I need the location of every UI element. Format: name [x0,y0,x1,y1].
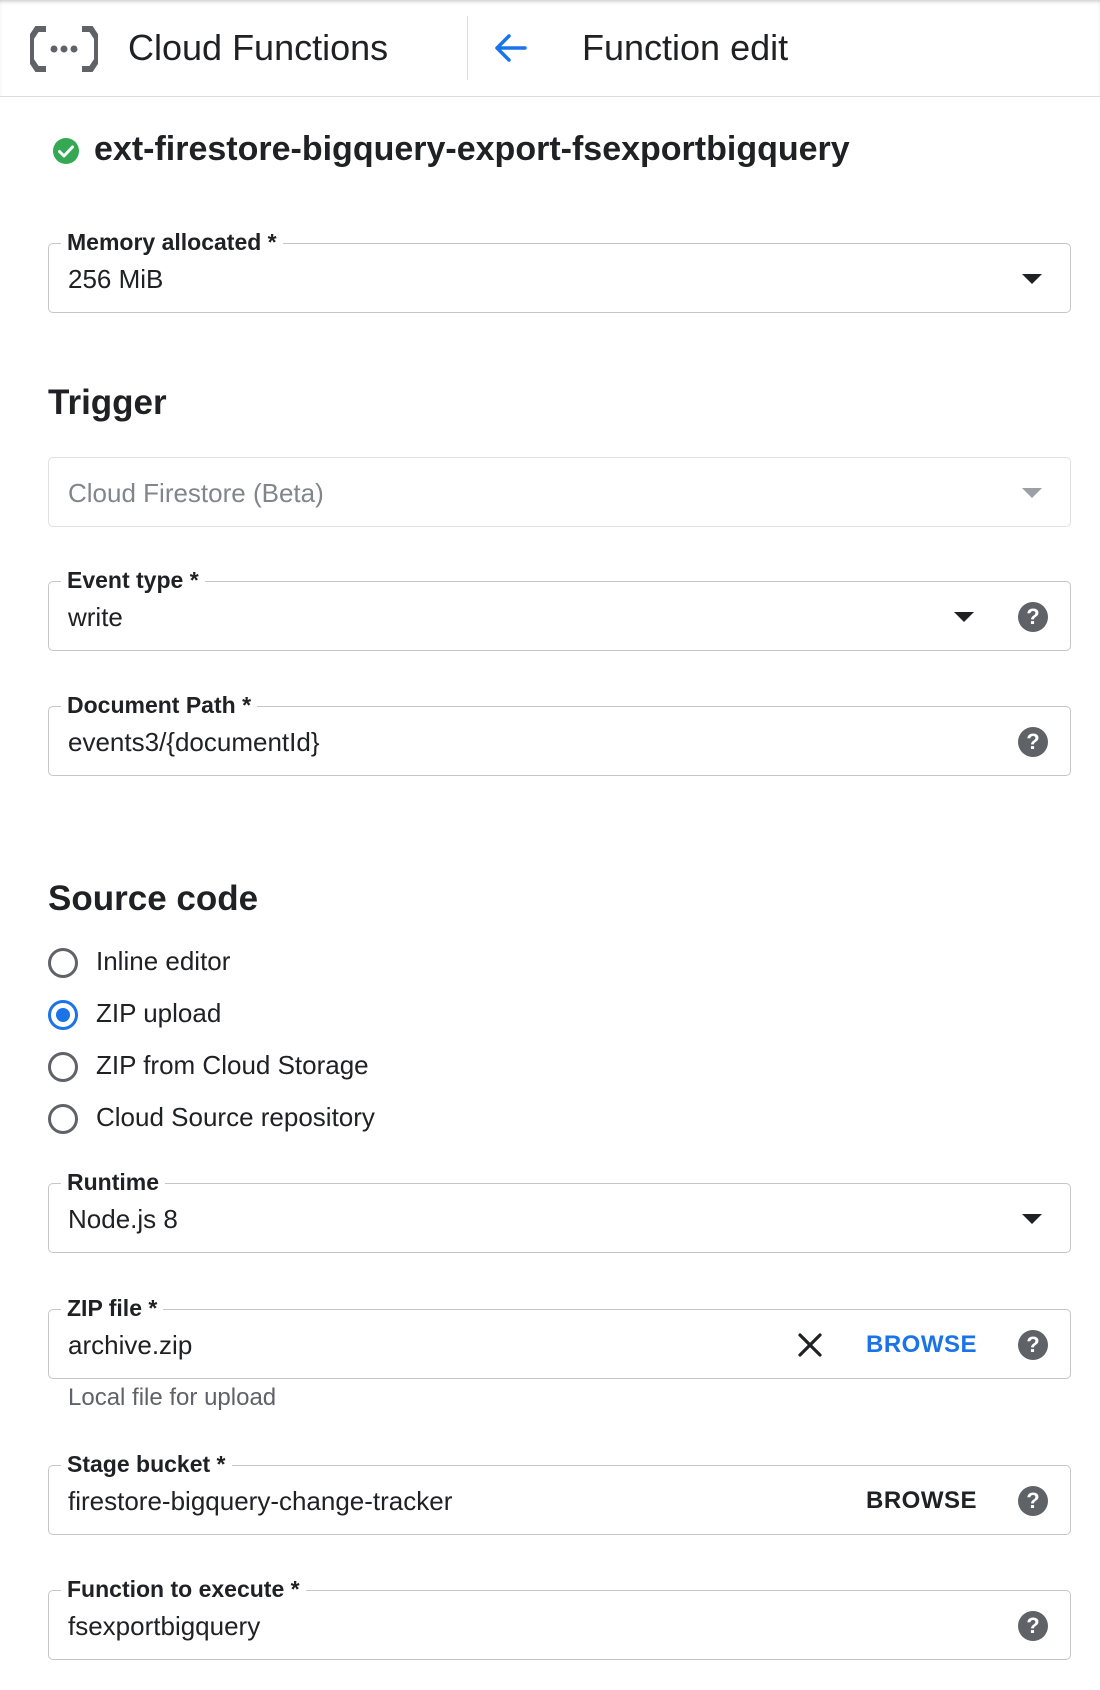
radio-label: Inline editor [96,946,231,976]
event-type-label: Event type * [61,565,205,595]
trigger-provider-select: Cloud Firestore (Beta) [48,457,1071,527]
radio-button[interactable] [48,1104,78,1134]
app-title: Cloud Functions [128,27,389,68]
radio-label: Cloud Source repository [96,1102,375,1132]
runtime-select[interactable]: Runtime Node.js 8 [48,1167,1071,1253]
trigger-section-title: Trigger [48,383,167,422]
memory-allocated-label: Memory allocated * [61,227,283,257]
page-title: Function edit [582,27,789,68]
stage-bucket-browse-button[interactable]: BROWSE [866,1486,977,1516]
trigger-provider-value: Cloud Firestore (Beta) [68,478,324,508]
stage-bucket-label: Stage bucket * [61,1449,232,1479]
document-path-value[interactable]: events3/{documentId} [68,726,320,758]
function-to-execute-label: Function to execute * [61,1574,306,1604]
memory-allocated-value: 256 MiB [68,264,164,294]
event-type-value: write [68,602,123,632]
dropdown-arrow-icon [1022,274,1042,284]
close-icon[interactable] [795,1330,825,1360]
event-type-select[interactable]: Event type * write ? [48,565,1071,651]
header-divider [467,16,468,80]
help-icon[interactable]: ? [1018,1486,1048,1516]
zip-file-label: ZIP file * [61,1293,164,1323]
stage-bucket-field[interactable]: Stage bucket * firestore-bigquery-change… [48,1449,1071,1535]
function-to-execute-value[interactable]: fsexportbigquery [68,1610,260,1642]
document-path-label: Document Path * [61,690,258,720]
radio-label: ZIP from Cloud Storage [96,1050,369,1080]
document-path-field[interactable]: Document Path * events3/{documentId} ? [48,690,1071,776]
stage-bucket-value[interactable]: firestore-bigquery-change-tracker [68,1485,452,1517]
cloud-functions-logo-icon [30,26,98,72]
radio-button[interactable] [48,948,78,978]
zip-file-value: archive.zip [68,1330,193,1360]
function-name: ext-firestore-bigquery-export-fsexportbi… [94,130,850,168]
runtime-value: Node.js 8 [68,1204,178,1234]
help-icon[interactable]: ? [1018,602,1048,632]
back-arrow-icon[interactable] [490,28,530,68]
top-app-bar: Cloud Functions Function edit [0,0,1100,97]
zip-file-helper-text: Local file for upload [68,1384,277,1411]
zip-file-field[interactable]: ZIP file * archive.zip BROWSE ? [48,1293,1071,1379]
check-circle-icon [53,138,79,164]
radio-button-selected[interactable] [48,1000,78,1030]
help-icon[interactable]: ? [1018,1330,1048,1360]
dropdown-arrow-icon [1022,488,1042,498]
function-to-execute-field[interactable]: Function to execute * fsexportbigquery ? [48,1574,1071,1660]
dropdown-arrow-icon [954,612,974,622]
radio-button[interactable] [48,1052,78,1082]
dropdown-arrow-icon [1022,1214,1042,1224]
memory-allocated-select[interactable]: Memory allocated * 256 MiB [48,227,1071,313]
radio-label: ZIP upload [96,998,222,1028]
runtime-label: Runtime [61,1167,165,1197]
source-code-section-title: Source code [48,879,259,918]
help-icon[interactable]: ? [1018,727,1048,757]
help-icon[interactable]: ? [1018,1611,1048,1641]
zip-browse-button[interactable]: BROWSE [866,1330,977,1360]
